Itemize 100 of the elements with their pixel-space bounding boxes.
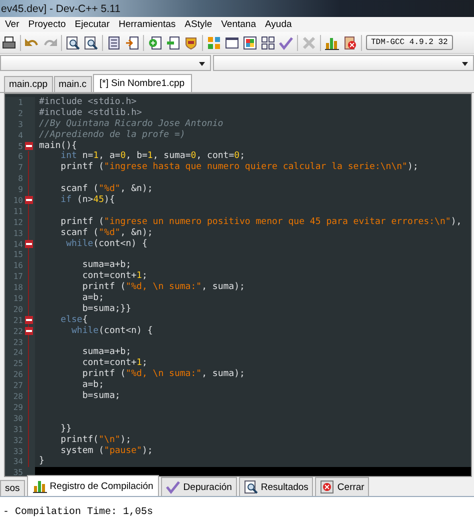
compiler-dropdown[interactable]: TDM-GCC 4.9.2 32: [366, 35, 453, 50]
line-number: 16: [12, 260, 23, 272]
code-line: printf ("%d, \n suma:", suma);: [81, 282, 245, 292]
line-number: 27: [12, 380, 23, 392]
delete-document-icon[interactable]: [343, 36, 357, 50]
indent-icon[interactable]: [125, 36, 139, 50]
line-number: 4: [17, 130, 23, 141]
line-number: 7: [17, 162, 23, 174]
code-line: while(cont<n) {: [65, 238, 148, 249]
code-line: else{: [60, 314, 88, 325]
bar-chart-icon[interactable]: [325, 36, 339, 50]
search-icon[interactable]: [66, 36, 80, 50]
file-tab[interactable]: [*] Sin Nombre1.cpp: [92, 74, 192, 92]
panel-tab[interactable]: Resultados: [238, 477, 314, 496]
tiles-icon[interactable]: [261, 36, 275, 50]
line-number: 6: [17, 151, 23, 162]
code-line: //Aprediendo de la profe =): [39, 130, 186, 140]
code-line: printf ("ingrese hasta que numero quiere calcular la serie:\n\n");: [60, 162, 418, 172]
window-icon[interactable]: [225, 36, 239, 50]
line-number: 30: [12, 412, 23, 424]
code-line: int n=1, a=0, b=1, suma=0, cont=0;: [60, 151, 245, 162]
code-line: printf ("ingrese un numero positivo menor que 45 para evitar errores:\n"),: [60, 216, 462, 227]
line-number: 28: [12, 391, 23, 402]
document-icon[interactable]: [107, 36, 121, 50]
line-number: 23: [12, 336, 23, 348]
fold-icon[interactable]: [25, 196, 33, 204]
line-number: 24: [12, 347, 23, 358]
line-number: 29: [12, 402, 23, 413]
menu-item[interactable]: Ayuda: [261, 19, 297, 30]
fold-icon[interactable]: [25, 240, 33, 248]
code-line: cont=cont+1;: [81, 358, 148, 368]
line-number: 14: [12, 238, 23, 250]
menu-item[interactable]: Ventana: [217, 19, 261, 30]
line-number: 20: [12, 304, 23, 315]
output-text: - Compilation Time: 1,05s: [3, 507, 154, 518]
line-number: 1: [17, 97, 23, 108]
line-number: 5: [17, 140, 23, 152]
code-editor[interactable]: [4, 93, 472, 477]
line-number: 18: [12, 282, 23, 294]
menu-item[interactable]: AStyle: [180, 19, 218, 30]
line-number: 2: [17, 108, 23, 119]
panel-tab[interactable]: Registro de Compilación: [26, 475, 160, 496]
line-number: 22: [12, 326, 23, 337]
code-line: main(){: [39, 140, 77, 151]
line-number: 32: [12, 434, 23, 446]
code-line: a=b;: [81, 293, 104, 304]
fold-icon[interactable]: [25, 142, 33, 150]
remove-document-icon[interactable]: [166, 36, 180, 50]
code-line: if (n>45){: [60, 195, 115, 206]
search-icon: [244, 480, 258, 494]
line-number: 12: [12, 216, 23, 228]
check-icon[interactable]: [279, 36, 293, 50]
printer-icon[interactable]: [2, 36, 16, 50]
line-number: 15: [12, 249, 23, 260]
line-number: 35: [12, 467, 23, 476]
line-number: 19: [12, 293, 23, 304]
code-line: a=b;: [81, 380, 104, 390]
code-line: scanf ("%d", &n);: [60, 228, 153, 238]
code-line: }: [39, 456, 44, 466]
menu-item[interactable]: Ejecutar: [70, 19, 115, 30]
fold-icon[interactable]: [25, 327, 33, 336]
code-line: b=suma;: [81, 391, 120, 402]
search-icon[interactable]: [84, 36, 98, 50]
code-line: cont=cont+1;: [81, 271, 148, 282]
panel-tab[interactable]: sos: [0, 480, 25, 496]
line-number: 26: [12, 369, 23, 380]
file-tab[interactable]: main.cpp: [4, 76, 53, 92]
bar-chart-icon: [32, 479, 47, 493]
line-number: 8: [17, 173, 23, 184]
code-line: b=suma;}}: [81, 304, 132, 314]
line-number: 34: [12, 456, 23, 468]
menu-item[interactable]: Ver: [1, 19, 24, 30]
menu-item[interactable]: Proyecto: [24, 19, 71, 30]
panel-tab[interactable]: Depuración: [161, 477, 237, 496]
line-number: 11: [12, 206, 23, 217]
panel-tab[interactable]: Cerrar: [315, 477, 370, 496]
code-line: printf("\n");: [60, 434, 132, 445]
code-line: suma=a+b;: [81, 260, 132, 270]
code-line: }}: [60, 424, 72, 434]
code-line: printf ("%d, \n suma:", suma);: [81, 369, 245, 380]
file-tab[interactable]: main.c: [54, 76, 92, 92]
check-icon: [166, 480, 180, 494]
window-title: ev45.dev] - Dev-C++ 5.11: [0, 2, 120, 14]
line-number: 33: [12, 446, 23, 456]
add-document-icon[interactable]: [148, 36, 162, 50]
line-number: 31: [12, 424, 23, 435]
fold-icon[interactable]: [25, 316, 33, 324]
code-line: #include <stdlib.h>: [39, 108, 142, 118]
line-number: 3: [17, 118, 23, 130]
color-grid-icon[interactable]: [243, 36, 257, 50]
line-number: 21: [12, 314, 23, 326]
menu-item[interactable]: Herramientas: [114, 19, 181, 30]
line-number: 25: [12, 358, 23, 370]
shield-icon[interactable]: [184, 36, 198, 50]
code-line: #include <stdio.h>: [39, 97, 137, 107]
line-number: 9: [17, 184, 23, 196]
code-line: while(cont<n) {: [70, 326, 153, 336]
code-line: scanf ("%d", &n);: [60, 184, 153, 194]
code-line: suma=a+b;: [81, 347, 132, 358]
line-number: 10: [12, 195, 23, 206]
